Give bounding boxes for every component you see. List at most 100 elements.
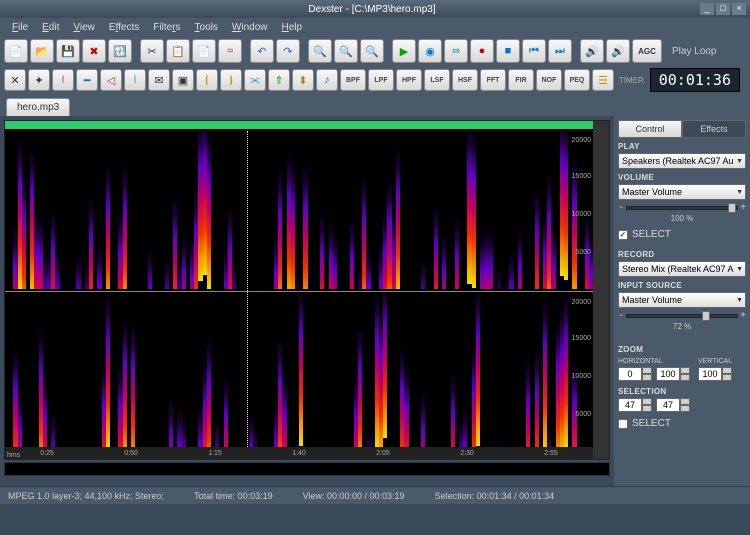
in-minus-icon[interactable]: -	[618, 310, 624, 321]
spectrogram-left[interactable]	[5, 131, 593, 289]
menu-effects[interactable]: Effects	[103, 20, 145, 35]
new-button[interactable]: 📄	[4, 39, 28, 63]
fx-wave-red-icon[interactable]: ⧙	[52, 69, 74, 91]
fx-center-icon[interactable]: ✦	[28, 69, 50, 91]
spin-up-icon[interactable]: ▲	[722, 367, 732, 374]
play-cue-button[interactable]: ◉	[418, 39, 442, 63]
redo-button[interactable]: ↷	[276, 39, 300, 63]
filter-bpf-button[interactable]: BPF	[340, 69, 366, 91]
fx-music-icon[interactable]: ♪	[316, 69, 338, 91]
filter-hsf-button[interactable]: HSF	[452, 69, 478, 91]
fx-signal-l-icon[interactable]: ⦗	[196, 69, 218, 91]
input-slider[interactable]	[626, 314, 738, 318]
fx-link-icon[interactable]: ⫘	[244, 69, 266, 91]
loop-button[interactable]: ∞	[444, 39, 468, 63]
vol-plus-icon[interactable]: +	[740, 202, 746, 213]
zoom-sel-button[interactable]: 🔍	[360, 39, 384, 63]
spectrogram-canvas[interactable]: Hz 20000 15000 10000 5000 20000 15000 10…	[4, 120, 610, 460]
stop-button[interactable]: ■	[496, 39, 520, 63]
copy-button[interactable]: 📋	[166, 39, 190, 63]
zoom-out-button[interactable]: 🔍	[334, 39, 358, 63]
rewind-button[interactable]: ⏮	[522, 39, 546, 63]
vol-minus-icon[interactable]: -	[618, 202, 624, 213]
spectrogram-right[interactable]	[5, 294, 593, 452]
record-button[interactable]: ●	[470, 39, 494, 63]
maximize-button[interactable]: □	[716, 3, 730, 15]
zoom-in-button[interactable]: 🔍	[308, 39, 332, 63]
save-button[interactable]: 💾	[56, 39, 80, 63]
sel-start[interactable]	[618, 398, 642, 412]
menu-tools[interactable]: Tools	[189, 20, 224, 35]
filter-lpf-button[interactable]: LPF	[368, 69, 394, 91]
input-device-select[interactable]: Master Volume	[618, 292, 746, 308]
play-button[interactable]: ▶	[392, 39, 416, 63]
playhead-cursor[interactable]	[247, 131, 248, 449]
tab-effects[interactable]: Effects	[682, 120, 746, 138]
sel-end[interactable]	[656, 398, 680, 412]
spin-up-icon[interactable]: ▲	[680, 367, 690, 374]
menu-file[interactable]: File	[6, 20, 34, 35]
mix-button[interactable]: ≈	[218, 39, 242, 63]
speaker-r-button[interactable]: 🔊	[606, 39, 630, 63]
filter-lsf-button[interactable]: LSF	[424, 69, 450, 91]
flip-button[interactable]: 🔃	[108, 39, 132, 63]
forward-button[interactable]: ⏭	[548, 39, 572, 63]
delete-button[interactable]: ✖	[82, 39, 106, 63]
volume-slider[interactable]	[626, 206, 738, 210]
menu-view[interactable]: View	[67, 20, 101, 35]
spin-down-icon[interactable]: ▼	[680, 405, 690, 412]
fx-mail-icon[interactable]: ✉	[148, 69, 170, 91]
fx-wave-blue-icon[interactable]: ⧙	[124, 69, 146, 91]
spin-down-icon[interactable]: ▼	[722, 374, 732, 381]
filter-fft-button[interactable]: FFT	[480, 69, 506, 91]
cut-button[interactable]: ✂	[140, 39, 164, 63]
hz-tick: 5000	[575, 249, 591, 256]
close-button[interactable]: ×	[732, 3, 746, 15]
play-device-select[interactable]: Speakers (Realtek AC97 Au	[618, 153, 746, 169]
status-view: View: 00:00:00 / 00:03:19	[303, 491, 405, 501]
spin-up-icon[interactable]: ▲	[642, 398, 652, 405]
record-device-select[interactable]: Stereo Mix (Realtek AC97 A	[618, 261, 746, 277]
zoom-h-start[interactable]	[618, 367, 642, 381]
filter-peq-button[interactable]: PEQ	[564, 69, 590, 91]
zoom-h-end[interactable]	[656, 367, 680, 381]
filter-nof-button[interactable]: NOF	[536, 69, 562, 91]
spin-up-icon[interactable]: ▲	[642, 367, 652, 374]
fx-crossfade-icon[interactable]: ✕	[4, 69, 26, 91]
minimize-button[interactable]: _	[700, 3, 714, 15]
spin-down-icon[interactable]: ▼	[642, 405, 652, 412]
fx-boost-icon[interactable]: ⇑	[268, 69, 290, 91]
agc-button[interactable]: AGC	[632, 39, 662, 63]
spin-up-icon[interactable]: ▲	[680, 398, 690, 405]
spin-down-icon[interactable]: ▼	[680, 374, 690, 381]
select-sel-checkbox[interactable]	[618, 419, 628, 429]
fx-signal-r-icon[interactable]: ⦘	[220, 69, 242, 91]
filter-fir-button[interactable]: FIR	[508, 69, 534, 91]
overview-scrollbar[interactable]	[4, 462, 610, 476]
spin-down-icon[interactable]: ▼	[642, 374, 652, 381]
menu-window[interactable]: Window	[226, 20, 274, 35]
open-button[interactable]: 📂	[30, 39, 54, 63]
timer-value: 00:01:36	[650, 68, 740, 92]
menu-help[interactable]: Help	[275, 20, 308, 35]
fx-compress-icon[interactable]: ⬍	[292, 69, 314, 91]
fx-list-icon[interactable]: ☰	[592, 69, 614, 91]
time-ruler[interactable]: hms 0:25 0:50 1:15 1:40 2:05 2:30 2:55	[5, 447, 593, 459]
tab-control[interactable]: Control	[618, 120, 682, 138]
menu-filters[interactable]: Filters	[147, 20, 186, 35]
volume-device-select[interactable]: Master Volume	[618, 184, 746, 200]
hz-tick: 10000	[572, 373, 591, 380]
filter-hpf-button[interactable]: HPF	[396, 69, 422, 91]
zoom-v[interactable]	[698, 367, 722, 381]
speaker-l-button[interactable]: 🔊	[580, 39, 604, 63]
selection-bar[interactable]	[5, 121, 593, 129]
in-plus-icon[interactable]: +	[740, 310, 746, 321]
paste-button[interactable]: 📄	[192, 39, 216, 63]
file-tab[interactable]: hero.mp3	[6, 98, 70, 116]
select-play-checkbox[interactable]: ✓	[618, 230, 628, 240]
fx-normalize-icon[interactable]: ━	[76, 69, 98, 91]
menu-edit[interactable]: Edit	[36, 20, 65, 35]
fx-shape-icon[interactable]: ▣	[172, 69, 194, 91]
fx-fade-icon[interactable]: ◁	[100, 69, 122, 91]
undo-button[interactable]: ↶	[250, 39, 274, 63]
